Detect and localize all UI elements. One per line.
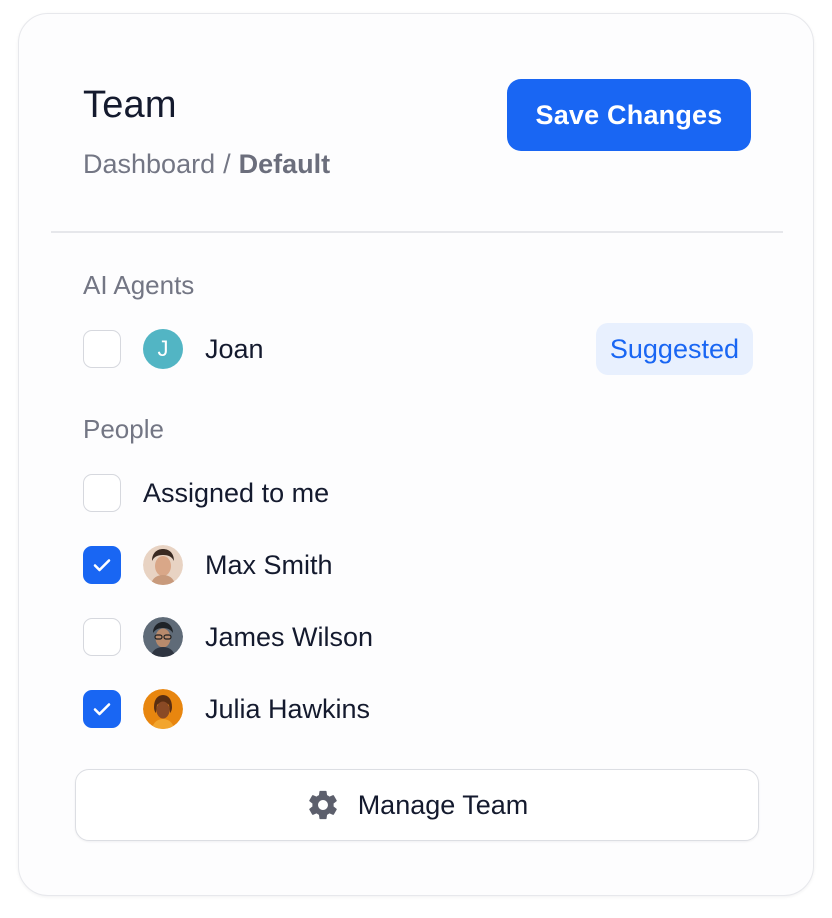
checkbox[interactable] <box>83 618 121 656</box>
check-icon <box>93 559 111 572</box>
member-name: Julia Hawkins <box>205 693 371 724</box>
manage-team-button[interactable]: Manage Team <box>75 769 759 841</box>
divider <box>51 231 783 233</box>
member-name: Joan <box>205 333 264 364</box>
assigned-to-me-row[interactable]: Assigned to me <box>83 473 753 513</box>
member-name: James Wilson <box>205 621 374 652</box>
member-name: Max Smith <box>205 549 333 580</box>
photo-avatar <box>143 545 183 585</box>
section-label-ai-agents: AI Agents <box>83 270 195 300</box>
avatar-initial: J <box>157 336 169 361</box>
photo-avatar <box>143 617 183 657</box>
person-row-james-wilson[interactable]: James Wilson <box>83 617 753 657</box>
avatar: J <box>143 329 183 369</box>
checkbox-checked[interactable] <box>83 546 121 584</box>
breadcrumb-separator: / <box>223 149 231 179</box>
breadcrumb-parent[interactable]: Dashboard <box>83 149 215 179</box>
suggested-badge: Suggested <box>595 323 753 375</box>
photo-avatar <box>143 689 183 729</box>
breadcrumb-current: Default <box>238 149 331 179</box>
assigned-to-me-label: Assigned to me <box>143 477 330 508</box>
agent-row-joan[interactable]: J Joan Suggested <box>83 323 753 375</box>
page-title: Team <box>83 84 177 126</box>
checkbox[interactable] <box>83 330 121 368</box>
manage-team-label: Manage Team <box>357 789 529 820</box>
gear-icon <box>308 790 337 820</box>
breadcrumb: Dashboard / Default <box>83 149 330 180</box>
section-label-people: People <box>83 414 164 444</box>
person-row-julia-hawkins[interactable]: Julia Hawkins <box>83 689 753 729</box>
check-icon <box>93 703 111 716</box>
person-row-max-smith[interactable]: Max Smith <box>83 545 753 585</box>
team-card: Team Dashboard / Default Save Changes AI A… <box>18 13 814 896</box>
save-changes-button[interactable]: Save Changes <box>507 79 751 151</box>
checkbox[interactable] <box>83 474 121 512</box>
checkbox-checked[interactable] <box>83 690 121 728</box>
